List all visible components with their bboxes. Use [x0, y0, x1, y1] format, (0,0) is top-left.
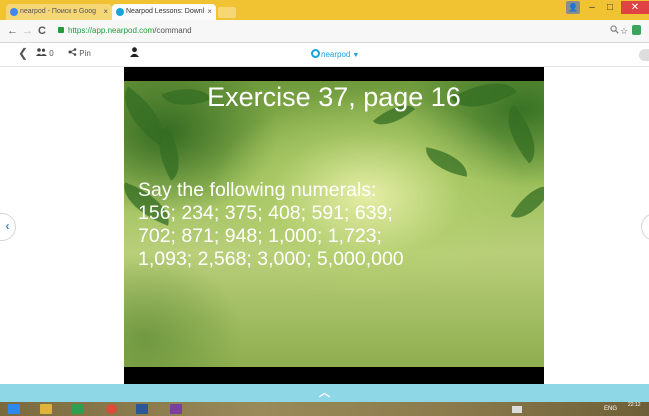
- slide: Exercise 37, page 16 Say the following n…: [124, 67, 544, 384]
- chrome-icon[interactable]: [106, 404, 117, 414]
- clock[interactable]: 22:12: [628, 403, 641, 408]
- google-favicon-icon: [10, 8, 18, 16]
- teacher-icon[interactable]: [130, 47, 139, 62]
- chevron-up-icon: ︿: [319, 387, 330, 399]
- tab-google-search[interactable]: nearpod - Поиск в Goog ×: [6, 4, 112, 20]
- slide-tray-toggle[interactable]: ︿: [0, 384, 649, 402]
- keyboard-icon[interactable]: [512, 406, 522, 413]
- slide-title: Exercise 37, page 16: [207, 82, 461, 112]
- slide-line: 702; 871; 948; 1,000; 1,723;: [138, 225, 382, 247]
- students-count: 0: [49, 49, 54, 58]
- minimize-icon[interactable]: –: [584, 1, 600, 14]
- forward-arrow-icon[interactable]: →: [22, 24, 33, 38]
- pin-button[interactable]: Pin: [68, 47, 91, 61]
- url-field[interactable]: https://app.nearpod.com/command: [68, 24, 192, 38]
- avatar[interactable]: [639, 49, 649, 61]
- store-icon[interactable]: [72, 404, 84, 414]
- star-icon[interactable]: ☆: [620, 24, 628, 38]
- language-indicator[interactable]: ENG: [604, 404, 617, 414]
- pin-label: Pin: [79, 49, 91, 58]
- user-icon[interactable]: 👤: [566, 1, 580, 14]
- maximize-icon[interactable]: □: [602, 1, 618, 14]
- address-bar: ← → C https://app.nearpod.com/command ☆: [0, 20, 649, 43]
- app-header: ❮ 0 Pin nearpod ▼: [0, 43, 649, 67]
- url-host: https://app.nearpod.com: [68, 26, 155, 35]
- file-explorer-icon[interactable]: [40, 404, 52, 414]
- nearpod-favicon-icon: [116, 8, 124, 16]
- slide-stage: ‹ Exercise 37, page 16 Say the following…: [0, 67, 649, 384]
- reload-icon[interactable]: C: [38, 24, 46, 38]
- extension-icon[interactable]: [632, 25, 641, 35]
- close-icon[interactable]: ✕: [621, 1, 649, 14]
- chevron-left-icon: ‹: [5, 219, 10, 233]
- logo-text: nearpod: [321, 50, 351, 59]
- windows-taskbar: ENG 22:12: [0, 402, 649, 416]
- nearpod-logo[interactable]: nearpod ▼: [311, 49, 359, 62]
- tab-close-icon[interactable]: ×: [103, 4, 108, 20]
- tab-title: nearpod - Поиск в Goog: [20, 8, 97, 15]
- tab-title: Nearpod Lessons: Downl: [126, 8, 205, 15]
- browser-tab-strip: nearpod - Поиск в Goog × Nearpod Lessons…: [0, 0, 649, 20]
- url-path: /command: [154, 26, 192, 35]
- onenote-icon[interactable]: [170, 404, 182, 414]
- next-slide-button[interactable]: [641, 213, 649, 241]
- tab-nearpod-lessons[interactable]: Nearpod Lessons: Downl ×: [112, 4, 216, 20]
- back-arrow-icon[interactable]: ←: [7, 24, 18, 38]
- nearpod-logo-icon: [311, 49, 320, 58]
- slide-body: Say the following numerals: 156; 234; 37…: [138, 179, 538, 271]
- new-tab-button[interactable]: [218, 7, 236, 18]
- chevron-left-icon[interactable]: ❮: [18, 46, 28, 60]
- windows-start-icon[interactable]: [8, 404, 20, 414]
- students-counter[interactable]: 0: [36, 47, 54, 61]
- word-icon[interactable]: [136, 404, 148, 414]
- previous-slide-button[interactable]: ‹: [0, 213, 16, 241]
- slide-line: 156; 234; 375; 408; 591; 639;: [138, 202, 393, 224]
- zoom-icon[interactable]: [610, 24, 619, 38]
- pin-icon: [68, 48, 77, 56]
- tab-close-icon[interactable]: ×: [207, 4, 212, 20]
- slide-line: 1,093; 2,568; 3,000; 5,000,000: [138, 248, 404, 270]
- lock-icon: [58, 27, 64, 33]
- slide-line: Say the following numerals:: [138, 179, 377, 201]
- students-icon: [36, 48, 47, 56]
- chevron-down-icon: ▼: [352, 52, 360, 59]
